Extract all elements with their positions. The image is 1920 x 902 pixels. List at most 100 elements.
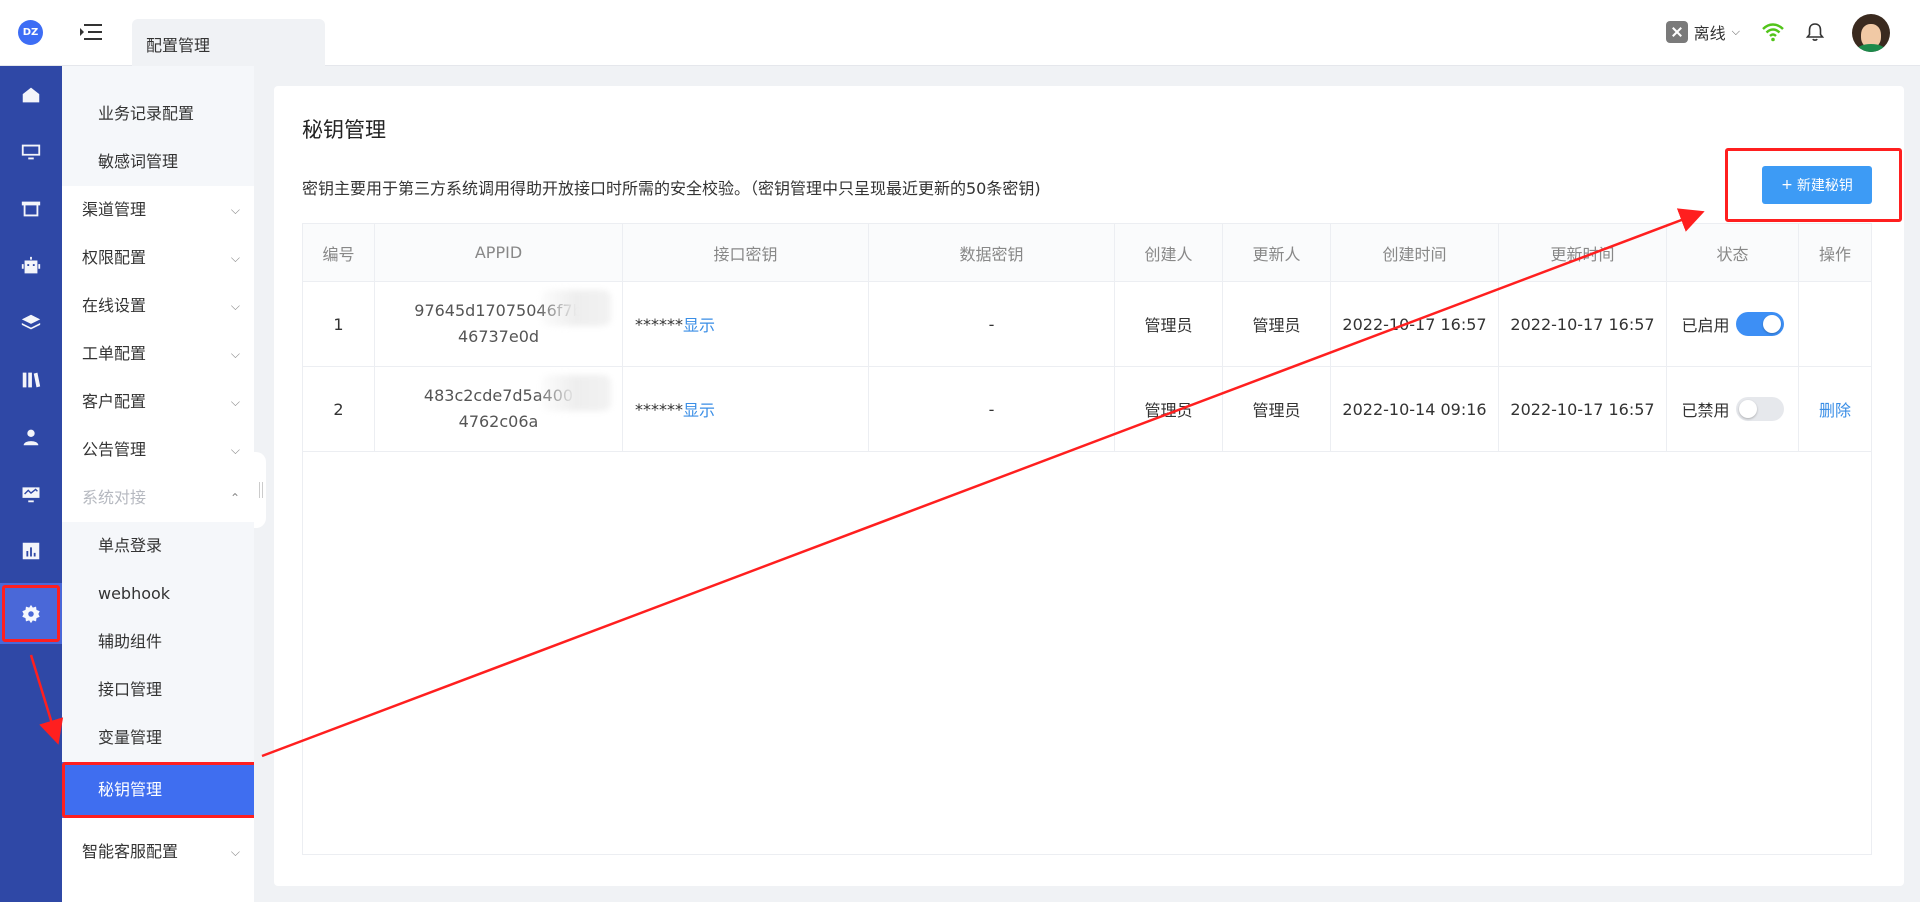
bell-icon[interactable] bbox=[1805, 22, 1825, 42]
sidebar-item-partial bbox=[62, 66, 254, 90]
home-icon bbox=[22, 87, 40, 102]
rail-user[interactable] bbox=[0, 408, 62, 465]
sidebar-item-permission[interactable]: 权限配置 ⌵ bbox=[62, 234, 254, 282]
status-toggle[interactable] bbox=[1735, 312, 1784, 336]
page-description: 密钥主要用于第三方系统调用得助开放接口时所需的安全校验。（密钥管理中只呈现最近更… bbox=[302, 179, 1041, 198]
sidebar-item-label: 公告管理 bbox=[82, 440, 147, 459]
robot-icon bbox=[21, 256, 41, 273]
rail-layers[interactable] bbox=[0, 294, 62, 351]
show-key-link[interactable]: 显示 bbox=[683, 397, 715, 421]
offline-status-icon bbox=[1665, 21, 1688, 43]
icon-rail: DZ bbox=[0, 0, 62, 902]
layers-icon bbox=[21, 314, 41, 329]
rail-chart[interactable] bbox=[0, 522, 62, 579]
sidebar-item-label: 秘钥管理 bbox=[98, 780, 163, 799]
rail-book[interactable] bbox=[0, 351, 62, 408]
secret-key-table: 编号 APPID 接口密钥 数据密钥 创建人 更新人 创建时间 更新时间 状态 … bbox=[302, 223, 1872, 855]
appid-cell: 97645d17075046f7b 46737e0d bbox=[375, 282, 623, 366]
sidebar-item-variables[interactable]: 变量管理 bbox=[62, 714, 254, 762]
sidebar-item-customer-config[interactable]: 客户配置 ⌵ bbox=[62, 378, 254, 426]
creator-cell: 管理员 bbox=[1115, 367, 1223, 451]
sidebar-item-smart-service-config[interactable]: 智能客服配置 ⌵ bbox=[62, 828, 254, 876]
api-key-cell: ****** 显示 bbox=[623, 367, 869, 451]
created-at-cell: 2022-10-17 16:57 bbox=[1331, 282, 1499, 366]
chevron-down-icon: ⌵ bbox=[230, 395, 240, 409]
appid-line: 4762c06a bbox=[458, 412, 539, 431]
status-label: 离线 bbox=[1693, 24, 1726, 43]
online-status-dropdown[interactable]: 离线 ⌵ bbox=[1665, 20, 1740, 44]
sidebar-item-business-record-config[interactable]: 业务记录配置 bbox=[62, 90, 254, 138]
sidebar-item-sso[interactable]: 单点登录 bbox=[62, 522, 254, 570]
status-toggle[interactable] bbox=[1735, 397, 1784, 421]
logo-area: DZ bbox=[0, 0, 62, 66]
sidebar-item-helper-components[interactable]: 辅助组件 bbox=[62, 618, 254, 666]
column-header: APPID bbox=[375, 224, 623, 281]
sidebar-item-label: 客户配置 bbox=[82, 392, 147, 411]
app-logo[interactable]: DZ bbox=[18, 20, 43, 45]
action-cell bbox=[1799, 282, 1871, 366]
column-header: 创建时间 bbox=[1331, 224, 1499, 281]
status-label: 已启用 bbox=[1681, 316, 1730, 335]
chart-icon bbox=[22, 542, 40, 559]
chevron-up-icon: ⌃ bbox=[229, 491, 240, 505]
sidebar-item-webhook[interactable]: webhook bbox=[62, 570, 254, 618]
sidebar-item-announcements[interactable]: 公告管理 ⌵ bbox=[62, 426, 254, 474]
new-secret-key-button[interactable]: + 新建秘钥 bbox=[1762, 166, 1872, 204]
redaction-blur bbox=[541, 375, 611, 411]
chevron-down-icon: ⌵ bbox=[230, 347, 240, 361]
table-row: 1 97645d17075046f7b 46737e0d ****** 显示 - … bbox=[303, 282, 1871, 367]
updater-cell: 管理员 bbox=[1223, 282, 1331, 366]
sidebar-item-sensitive-words[interactable]: 敏感词管理 bbox=[62, 138, 254, 186]
menu-toggle-icon[interactable] bbox=[80, 22, 102, 42]
delete-link[interactable]: 删除 bbox=[1819, 397, 1851, 421]
show-key-link[interactable]: 显示 bbox=[683, 312, 715, 336]
appid-line: 46737e0d bbox=[457, 327, 540, 346]
chevron-down-icon: ⌵ bbox=[230, 299, 240, 313]
user-icon bbox=[23, 429, 39, 445]
sidebar-resize-handle[interactable] bbox=[254, 452, 266, 528]
updater-cell: 管理员 bbox=[1223, 367, 1331, 451]
sidebar-item-label: 工单配置 bbox=[82, 344, 147, 363]
user-avatar[interactable] bbox=[1852, 14, 1890, 52]
rail-settings[interactable] bbox=[0, 583, 62, 644]
action-cell: 删除 bbox=[1799, 367, 1871, 451]
updated-at-cell: 2022-10-17 16:57 bbox=[1499, 367, 1667, 451]
sidebar-item-online-settings[interactable]: 在线设置 ⌵ bbox=[62, 282, 254, 330]
column-header: 更新时间 bbox=[1499, 224, 1667, 281]
sidebar-item-label: 权限配置 bbox=[82, 248, 147, 267]
row-id: 1 bbox=[303, 282, 375, 366]
masked-key: ****** bbox=[635, 314, 683, 334]
sidebar-item-secret-key-management[interactable]: 秘钥管理 bbox=[62, 762, 254, 818]
sidebar-item-system-integration[interactable]: 系统对接 ⌃ bbox=[62, 474, 254, 522]
sidebar-item-ticket-config[interactable]: 工单配置 ⌵ bbox=[62, 330, 254, 378]
table-row: 2 483c2cde7d5a400 4762c06a ****** 显示 - 管理… bbox=[303, 367, 1871, 452]
sidebar-item-label: 系统对接 bbox=[82, 488, 147, 507]
appid-cell: 483c2cde7d5a400 4762c06a bbox=[375, 367, 623, 451]
sidebar-item-label: 变量管理 bbox=[98, 728, 163, 747]
rail-home[interactable] bbox=[0, 66, 62, 123]
status-cell: 已禁用 bbox=[1667, 367, 1799, 451]
created-at-cell: 2022-10-14 09:16 bbox=[1331, 367, 1499, 451]
rail-monitor[interactable] bbox=[0, 123, 62, 180]
tab-config-management[interactable]: 配置管理 bbox=[132, 19, 325, 67]
sidebar-item-label: 智能客服配置 bbox=[82, 842, 179, 861]
new-button-label: 新建秘钥 bbox=[1796, 178, 1853, 194]
creator-cell: 管理员 bbox=[1115, 282, 1223, 366]
table-header: 编号 APPID 接口密钥 数据密钥 创建人 更新人 创建时间 更新时间 状态 … bbox=[303, 224, 1871, 282]
store-icon bbox=[21, 201, 41, 216]
rail-store[interactable] bbox=[0, 180, 62, 237]
chevron-down-icon: ⌵ bbox=[230, 203, 240, 217]
column-header: 创建人 bbox=[1115, 224, 1223, 281]
settings-icon bbox=[22, 604, 40, 623]
sidebar-item-label: 辅助组件 bbox=[98, 632, 163, 651]
sidebar-item-label: 敏感词管理 bbox=[98, 152, 179, 171]
sidebar-item-label: 接口管理 bbox=[98, 680, 163, 699]
rail-dashboard[interactable] bbox=[0, 465, 62, 522]
dashboard-icon bbox=[21, 485, 41, 502]
chevron-down-icon: ⌵ bbox=[230, 845, 240, 859]
rail-robot[interactable] bbox=[0, 237, 62, 294]
sidebar-item-api-management[interactable]: 接口管理 bbox=[62, 666, 254, 714]
sidebar-item-channel[interactable]: 渠道管理 ⌵ bbox=[62, 186, 254, 234]
data-key-cell: - bbox=[869, 367, 1115, 451]
row-id: 2 bbox=[303, 367, 375, 451]
